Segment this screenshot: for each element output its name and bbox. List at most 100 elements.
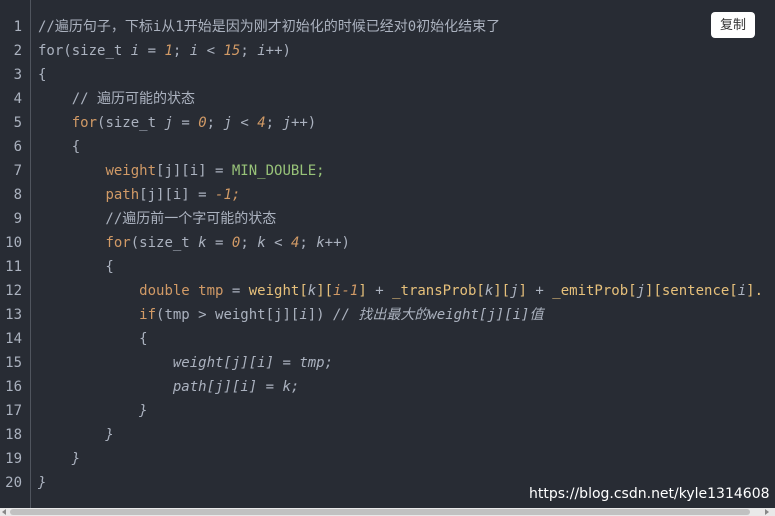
code-token: { (38, 331, 148, 347)
code-token: ] = tmp; (265, 355, 334, 371)
code-token: //遍历前一个字可能的状态 (38, 211, 277, 227)
code-token: k (316, 235, 325, 251)
code-token: = (172, 115, 199, 131)
code-line: } (38, 471, 46, 495)
code-line: { (38, 327, 148, 351)
code-line: { (38, 135, 80, 159)
code-token: i (737, 283, 747, 299)
code-token: k (307, 283, 317, 299)
code-token: k (484, 283, 494, 299)
code-token: ][ (240, 355, 258, 371)
code-token: if (139, 307, 157, 323)
code-token: { (38, 259, 114, 275)
code-token: ]. (746, 283, 764, 299)
code-line: path[j][i] = k; (38, 375, 299, 399)
code-token: //遍历句子，下标i从1开始是因为刚才初始化的时候已经对0初始化结束了 (38, 19, 501, 35)
line-number: 15 (5, 355, 22, 371)
code-token: i (189, 43, 199, 59)
line-number: 4 (13, 91, 22, 107)
code-token: = (139, 43, 165, 59)
code-line: } (38, 423, 113, 447)
code-lines: //遍历句子，下标i从1开始是因为刚才初始化的时候已经对0初始化结束了 for(s… (38, 0, 775, 508)
code-line: { (38, 63, 46, 87)
code-token: ][ (223, 379, 241, 395)
code-token: ] (518, 283, 527, 299)
code-token: + (526, 283, 553, 299)
code-line: { (38, 255, 114, 279)
line-number: 17 (5, 403, 22, 419)
code-token: for (38, 43, 64, 59)
code-token: j (223, 115, 232, 131)
code-block: 1 2 3 4 5 6 7 8 9 10 11 12 13 14 15 16 17 18 19 20 //遍历句子，下… (0, 0, 775, 516)
code-token: (size_t (130, 235, 199, 251)
code-token: (size_t (63, 43, 131, 59)
line-number: 18 (5, 427, 22, 443)
code-token: weight[ (172, 355, 232, 371)
code-token: ; (172, 43, 190, 59)
line-number-gutter: 1 2 3 4 5 6 7 8 9 10 11 12 13 14 15 16 17 18 19 20 (0, 0, 31, 508)
code-token: + (366, 283, 393, 299)
code-line: for(size_t k = 0; k < 4; k++) (38, 231, 350, 255)
line-number: 5 (13, 115, 22, 131)
code-token: 1 (164, 43, 173, 59)
code-token: 4 (257, 115, 266, 131)
line-number: 11 (5, 259, 22, 275)
code-token: = (223, 283, 249, 299)
code-token: weight[ (248, 283, 308, 299)
code-line: path[j][i] = -1; (38, 183, 240, 207)
code-line: weight[j][i] = tmp; (38, 351, 333, 375)
code-token: path[ (172, 379, 216, 395)
code-token: double tmp (139, 283, 224, 299)
code-token: < (265, 235, 291, 251)
code-line: for(size_t i = 1; i < 15; i++) (38, 39, 291, 63)
line-number: 16 (5, 379, 22, 395)
copy-button[interactable]: 复制 (711, 12, 755, 38)
line-number: 2 (13, 43, 22, 59)
code-token: -1; (215, 187, 241, 203)
code-token: ; (240, 43, 258, 59)
code-token: [j][i] = (156, 163, 232, 179)
line-number: 3 (13, 67, 22, 83)
code-token: ++) (324, 235, 350, 251)
code-line: } (38, 399, 148, 423)
code-token: ; (206, 115, 224, 131)
code-token: i (257, 43, 266, 59)
code-token: path (105, 187, 140, 203)
code-token: ][ (493, 283, 511, 299)
code-token: weight (105, 163, 157, 179)
line-number: 1 (13, 19, 22, 35)
code-token: ++) (290, 115, 317, 131)
code-token: [j][i] = (139, 187, 216, 203)
scrollbar-thumb[interactable] (10, 509, 750, 515)
line-number: 9 (13, 211, 22, 227)
code-token: k (257, 235, 266, 251)
code-token: i-1 (333, 283, 359, 299)
scroll-left-arrow-icon[interactable] (2, 509, 6, 515)
code-token: ][ (316, 283, 334, 299)
code-token: } (38, 403, 148, 419)
code-token: ][ (645, 283, 662, 299)
code-line: //遍历句子，下标i从1开始是因为刚才初始化的时候已经对0初始化结束了 (38, 15, 500, 39)
scroll-right-arrow-icon[interactable] (765, 509, 769, 515)
code-token: ; (265, 115, 283, 131)
code-token: ; (240, 235, 258, 251)
code-token: 0 (198, 115, 207, 131)
code-token: 15 (223, 43, 241, 59)
code-token: = (206, 235, 232, 251)
line-number: 8 (13, 187, 22, 203)
line-number: 12 (5, 283, 22, 299)
code-token: ] = k; (248, 379, 300, 395)
code-token: ++) (265, 43, 291, 59)
code-token: j (164, 115, 173, 131)
code-token: } (38, 475, 47, 491)
horizontal-scrollbar[interactable] (0, 508, 775, 516)
code-line: // 遍历可能的状态 (38, 87, 195, 111)
code-line: //遍历前一个字可能的状态 (38, 207, 276, 231)
line-number: 14 (5, 331, 22, 347)
